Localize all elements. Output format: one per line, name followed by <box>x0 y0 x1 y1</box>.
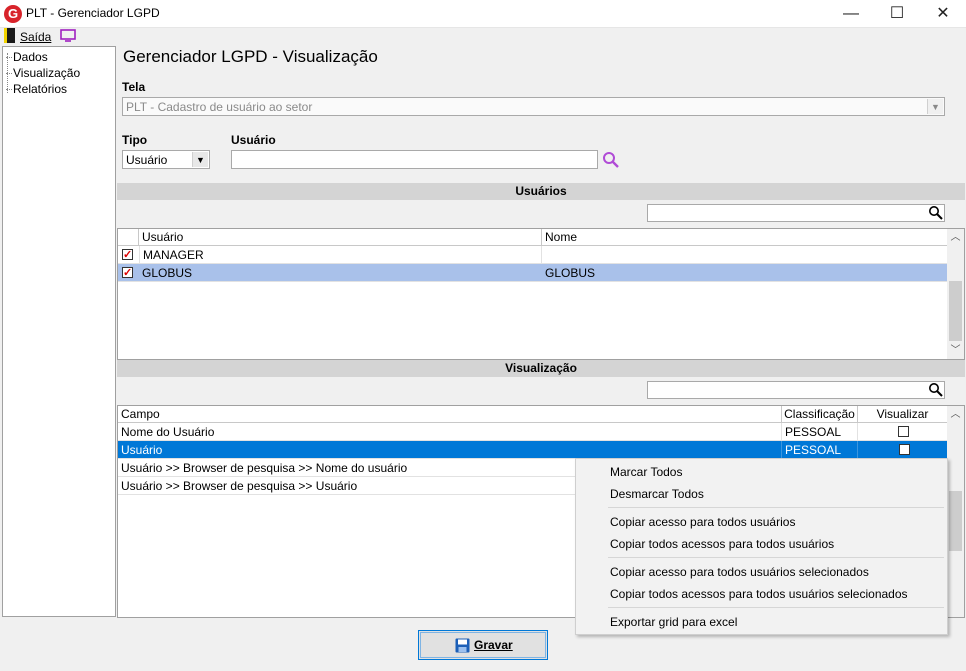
visualizacao-grid-header: Campo Classificação Visualizar <box>118 406 947 423</box>
floppy-disk-icon <box>455 638 470 653</box>
usuarios-grid-header: Usuário Nome <box>118 229 947 246</box>
tipo-select[interactable]: Usuário ▼ <box>122 150 210 169</box>
context-menu-item-copiar-todos-acessos[interactable]: Copiar todos acessos para todos usuários <box>610 537 834 551</box>
page-title: Gerenciador LGPD - Visualização <box>123 47 378 66</box>
search-icon[interactable] <box>928 382 943 397</box>
tela-select[interactable]: PLT - Cadastro de usuário ao setor ▼ <box>122 97 945 116</box>
cell-campo: Nome do Usuário <box>118 423 782 441</box>
menu-separator <box>608 557 944 558</box>
table-row[interactable]: Usuário PESSOAL <box>118 441 947 459</box>
usuarios-scrollbar[interactable]: ︿ ﹀ <box>947 229 964 359</box>
tipo-label: Tipo <box>122 133 148 147</box>
tipo-select-value: Usuário <box>126 153 168 167</box>
visualizacao-section-header: Visualização <box>117 360 965 377</box>
scroll-thumb[interactable] <box>949 281 962 341</box>
tree-item-visualizacao[interactable]: Visualização <box>5 66 80 80</box>
context-menu-item-exportar-excel[interactable]: Exportar grid para excel <box>610 615 737 629</box>
app-logo-icon: G <box>4 5 22 23</box>
cell-nome <box>542 246 947 264</box>
row-checkbox[interactable] <box>122 246 133 264</box>
exit-door-icon[interactable] <box>4 28 15 43</box>
usuario-label: Usuário <box>231 133 276 147</box>
monitor-icon[interactable] <box>60 29 76 42</box>
tree-item-dados[interactable]: Dados <box>6 50 48 64</box>
scroll-up-icon[interactable]: ︿ <box>947 229 964 246</box>
cell-nome: GLOBUS <box>545 266 596 280</box>
checkbox-column-header <box>118 229 139 246</box>
maximize-button[interactable]: ☐ <box>874 0 920 28</box>
search-icon[interactable] <box>602 151 620 169</box>
table-row[interactable]: GLOBUS GLOBUS <box>118 264 947 282</box>
visualizacao-scrollbar[interactable]: ︿ <box>947 406 964 617</box>
column-header-usuario[interactable]: Usuário <box>139 229 542 246</box>
column-header-campo[interactable]: Campo <box>118 406 782 423</box>
menu-separator <box>608 507 944 508</box>
tree-item-relatorios[interactable]: Relatórios <box>5 82 67 96</box>
context-menu-item-copiar-acesso[interactable]: Copiar acesso para todos usuários <box>610 515 795 529</box>
context-menu: Marcar Todos Desmarcar Todos Copiar aces… <box>575 458 948 635</box>
save-button[interactable]: Gravar <box>418 630 548 660</box>
table-row[interactable]: Nome do Usuário PESSOAL <box>118 423 947 455</box>
cell-campo: Usuário <box>118 441 782 459</box>
usuarios-grid: Usuário Nome MANAGER GLOBUS GLOBUS ︿ ﹀ <box>117 228 965 360</box>
chevron-down-icon: ▼ <box>927 99 943 114</box>
cell-usuario: MANAGER <box>139 246 542 264</box>
context-menu-item-copiar-acesso-selecionados[interactable]: Copiar acesso para todos usuários seleci… <box>610 565 869 579</box>
exit-menu-item[interactable]: Saída <box>20 30 51 44</box>
search-icon[interactable] <box>928 205 943 220</box>
chevron-down-icon: ▼ <box>192 152 208 167</box>
usuario-input[interactable] <box>231 150 598 169</box>
usuarios-filter-input[interactable] <box>647 204 945 222</box>
tela-label: Tela <box>122 80 146 94</box>
scroll-thumb[interactable] <box>949 491 962 551</box>
column-header-classificacao[interactable]: Classificação <box>782 406 858 423</box>
navigation-tree: Dados Visualização Relatórios <box>2 46 116 617</box>
context-menu-item-marcar-todos[interactable]: Marcar Todos <box>610 465 682 479</box>
save-button-label: Gravar <box>474 638 513 652</box>
visualizacao-filter-input[interactable] <box>647 381 945 399</box>
scroll-up-icon[interactable]: ︿ <box>947 406 964 423</box>
menu-bar <box>0 28 966 46</box>
close-button[interactable]: ✕ <box>920 0 966 28</box>
minimize-button[interactable]: — <box>828 0 874 28</box>
tela-select-value: PLT - Cadastro de usuário ao setor <box>126 100 313 114</box>
visualizar-checkbox[interactable] <box>898 426 909 437</box>
context-menu-item-copiar-todos-acessos-selecionados[interactable]: Copiar todos acessos para todos usuários… <box>610 587 908 601</box>
context-menu-item-desmarcar-todos[interactable]: Desmarcar Todos <box>610 487 704 501</box>
scroll-down-icon[interactable]: ﹀ <box>947 342 964 359</box>
column-header-nome[interactable]: Nome <box>542 229 947 246</box>
column-header-visualizar[interactable]: Visualizar <box>858 406 947 423</box>
exit-label: Saída <box>20 30 52 44</box>
window-title: PLT - Gerenciador LGPD <box>26 6 160 20</box>
row-checkbox[interactable] <box>122 264 133 282</box>
cell-classificacao: PESSOAL <box>782 423 858 441</box>
usuarios-section-header: Usuários <box>117 183 965 200</box>
cell-classificacao: PESSOAL <box>782 441 858 459</box>
visualizar-checkbox[interactable] <box>899 444 910 455</box>
table-row[interactable]: MANAGER <box>118 246 947 264</box>
menu-separator <box>608 607 944 608</box>
cell-usuario: GLOBUS <box>142 266 193 280</box>
